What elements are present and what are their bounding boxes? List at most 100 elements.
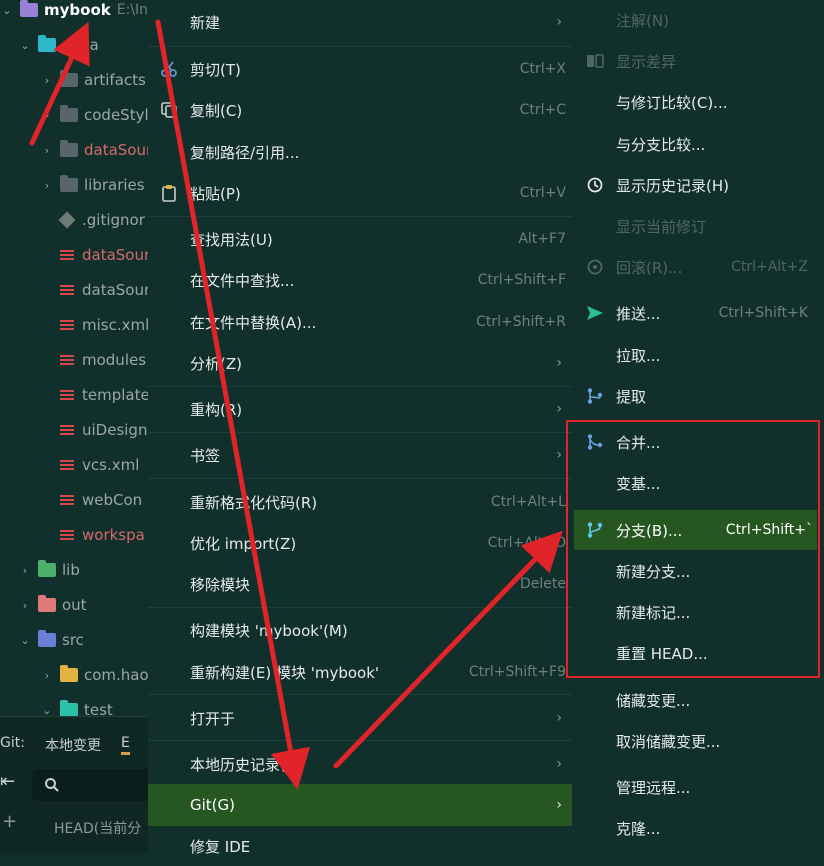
tree-item-label: .idea <box>62 36 99 54</box>
add-icon[interactable]: + <box>2 811 17 832</box>
menu-item-label: 克隆... <box>616 819 661 838</box>
menu-item-repair-ide[interactable]: 修复 IDE <box>148 826 572 866</box>
tree-item-xml[interactable]: misc.xml <box>58 310 148 340</box>
menu-item-reformat-code[interactable]: 重新格式化代码(R) Ctrl+Alt+L <box>148 482 572 522</box>
git-item-clone[interactable]: 克隆... <box>572 808 824 848</box>
menu-item-find-in-files[interactable]: 在文件中查找... Ctrl+Shift+F <box>148 260 572 300</box>
git-file-icon <box>58 211 76 229</box>
chevron-right-icon[interactable]: › <box>40 669 54 682</box>
menu-item-label: 本地历史记录(H) <box>190 755 303 774</box>
collapse-icon[interactable]: ⇤ <box>0 771 15 792</box>
menu-item-label: 新建 <box>190 13 221 32</box>
git-item-rollback[interactable]: 回滚(R)... Ctrl+Alt+Z <box>572 247 824 287</box>
tree-item-xml[interactable]: dataSour <box>58 275 148 305</box>
chevron-down-icon[interactable]: ⌄ <box>18 39 32 52</box>
tree-item-xml[interactable]: template <box>58 380 148 410</box>
folder-icon <box>60 140 78 157</box>
chevron-down-icon[interactable]: ⌄ <box>40 704 54 717</box>
git-item-fetch[interactable]: 提取 <box>572 376 824 416</box>
chevron-right-icon[interactable]: › <box>40 109 54 122</box>
git-item-show-history[interactable]: 显示历史记录(H) <box>572 165 824 205</box>
menu-item-copy[interactable]: 复制(C) Ctrl+C <box>148 90 572 130</box>
menu-item-copy-path[interactable]: 复制路径/引用... <box>148 132 572 172</box>
git-item-compare-revision[interactable]: 与修订比较(C)... <box>572 82 824 122</box>
chevron-down-icon[interactable]: ⌄ <box>0 4 14 17</box>
git-item-show-diff[interactable]: 显示差异 <box>572 41 824 81</box>
git-item-push[interactable]: 推送... Ctrl+Shift+K <box>572 293 824 333</box>
tab-log[interactable]: E <box>120 735 130 755</box>
menu-item-remove-module[interactable]: 移除模块 Delete <box>148 564 572 604</box>
tab-local-changes[interactable]: 本地变更 <box>45 735 101 755</box>
menu-item-find-usages[interactable]: 查找用法(U) Alt+F7 <box>148 219 572 259</box>
tree-item-codestyles[interactable]: › codeStyl <box>40 100 148 130</box>
menu-item-bookmarks[interactable]: 书签 › <box>148 435 572 475</box>
tree-item-package[interactable]: › com.hao <box>40 660 148 690</box>
tree-item-label: template <box>82 386 148 404</box>
menu-item-shortcut: Ctrl+Shift+R <box>476 314 566 330</box>
menu-item-local-history[interactable]: 本地历史记录(H) › <box>148 744 572 784</box>
menu-item-label: 管理远程... <box>616 778 691 797</box>
tree-item-xml[interactable]: dataSour <box>58 240 148 270</box>
git-item-compare-branch[interactable]: 与分支比较... <box>572 124 824 164</box>
chevron-right-icon[interactable]: › <box>40 74 54 87</box>
tree-item-datasources[interactable]: › dataSour <box>40 135 148 165</box>
menu-item-open-in[interactable]: 打开于 › <box>148 698 572 738</box>
menu-item-label: 打开于 <box>190 709 236 728</box>
tree-item-xml[interactable]: workspa <box>58 520 145 550</box>
tree-root-path: E:\Int <box>116 2 148 18</box>
menu-item-shortcut: Ctrl+X <box>519 61 566 77</box>
chevron-right-icon[interactable]: › <box>18 564 32 577</box>
xml-file-icon <box>58 423 76 437</box>
chevron-right-icon[interactable]: › <box>40 144 54 157</box>
menu-separator <box>148 478 572 479</box>
menu-item-label: 移除模块 <box>190 575 251 594</box>
menu-item-cut[interactable]: 剪切(T) Ctrl+X <box>148 49 572 89</box>
menu-item-shortcut: Ctrl+V <box>519 185 566 201</box>
git-item-pull[interactable]: 拉取... <box>572 335 824 375</box>
menu-item-refactor[interactable]: 重构(R) › <box>148 389 572 429</box>
menu-item-replace-in-files[interactable]: 在文件中替换(A)... Ctrl+Shift+R <box>148 302 572 342</box>
tree-item-out[interactable]: › out <box>18 590 87 620</box>
menu-item-optimize-imports[interactable]: 优化 import(Z) Ctrl+Alt+O <box>148 523 572 563</box>
chevron-right-icon[interactable]: › <box>40 179 54 192</box>
menu-separator <box>148 386 572 387</box>
menu-item-build-module[interactable]: 构建模块 'mybook'(M) <box>148 610 572 650</box>
tree-item-lib[interactable]: › lib <box>18 555 80 585</box>
library-folder-icon <box>38 560 56 577</box>
tree-item-test[interactable]: ⌄ test <box>40 695 113 716</box>
tree-item-label: webCon <box>82 491 143 509</box>
excluded-folder-icon <box>38 595 56 612</box>
module-folder-icon <box>20 0 38 17</box>
chevron-right-icon[interactable]: › <box>18 599 32 612</box>
tree-item-artifacts[interactable]: › artifacts <box>40 65 146 95</box>
git-item-annotate[interactable]: 注解(N) <box>572 0 824 40</box>
tree-item-src[interactable]: ⌄ src <box>18 625 84 655</box>
tree-item-xml[interactable]: modules <box>58 345 146 375</box>
tree-item-xml[interactable]: vcs.xml <box>58 450 139 480</box>
menu-item-paste[interactable]: 粘贴(P) Ctrl+V <box>148 173 572 213</box>
git-item-show-current-revision[interactable]: 显示当前修订 <box>572 206 824 246</box>
git-item-manage-remotes[interactable]: 管理远程... <box>572 767 824 807</box>
menu-item-new[interactable]: 新建 › <box>148 2 572 42</box>
menu-item-git[interactable]: Git(G) › <box>148 784 572 826</box>
tree-item-label: misc.xml <box>82 316 148 334</box>
tree-item-label: vcs.xml <box>82 456 140 474</box>
tree-item-libraries[interactable]: › libraries <box>40 170 145 200</box>
tree-item-xml[interactable]: uiDesign <box>58 415 147 445</box>
tree-item-idea[interactable]: ⌄ .idea <box>18 30 99 60</box>
git-item-stash[interactable]: 储藏变更... <box>572 680 824 720</box>
branch-head-item[interactable]: HEAD(当前分 <box>54 818 141 838</box>
tree-item-gitignore[interactable]: .gitignor <box>58 205 145 235</box>
idea-folder-icon <box>38 35 56 52</box>
xml-file-icon <box>58 493 76 507</box>
tree-root-mybook[interactable]: ⌄ mybook E:\Int <box>0 0 148 25</box>
chevron-down-icon[interactable]: ⌄ <box>18 634 32 647</box>
tree-item-xml[interactable]: webCon <box>58 485 142 515</box>
git-item-unstash[interactable]: 取消储藏变更... <box>572 721 824 761</box>
source-folder-icon <box>38 630 56 647</box>
tree-item-label: uiDesign <box>82 421 148 439</box>
menu-item-rebuild-module[interactable]: 重新构建(E) 模块 'mybook' Ctrl+Shift+F9 <box>148 652 572 692</box>
menu-item-label: 取消储藏变更... <box>616 732 721 751</box>
menu-item-analyze[interactable]: 分析(Z) › <box>148 343 572 383</box>
git-search-input[interactable] <box>32 769 148 801</box>
